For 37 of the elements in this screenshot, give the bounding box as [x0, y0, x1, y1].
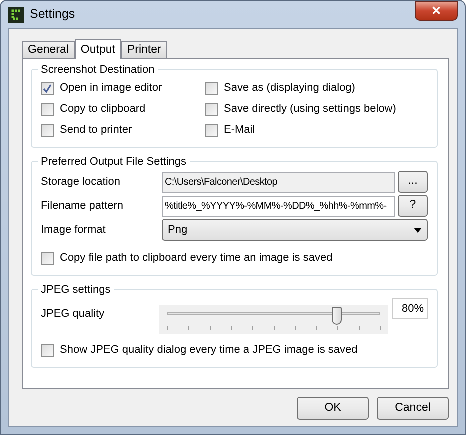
checkbox-label: Show JPEG quality dialog every time a JPEG image is saved	[60, 343, 358, 358]
checkbox-label: E-Mail	[224, 123, 256, 138]
checkbox[interactable]	[41, 252, 54, 265]
caret-icon	[414, 228, 422, 232]
checkbox[interactable]	[205, 124, 218, 137]
checkbox[interactable]	[41, 82, 54, 95]
field-button[interactable]: ?	[398, 195, 428, 217]
tab[interactable]: Printer	[121, 41, 168, 58]
field-label: JPEG quality	[41, 307, 106, 322]
checkbox-label: Copy file path to clipboard every time an image is saved	[60, 251, 333, 266]
app-icon	[8, 6, 24, 22]
close-button[interactable]: ✕	[415, 0, 458, 20]
checkbox[interactable]	[41, 344, 54, 357]
dropdown[interactable]: Png	[162, 219, 428, 241]
field-label: Storage location	[41, 174, 122, 190]
group-title: Preferred Output File Settings	[38, 154, 190, 170]
dropdown-value: Png	[168, 222, 188, 238]
field-label: Image format	[41, 222, 107, 238]
checkbox-label: Send to printer	[60, 123, 132, 138]
checkbox-label: Copy to clipboard	[60, 102, 146, 118]
checkbox[interactable]	[41, 124, 54, 137]
tab[interactable]: General	[22, 41, 75, 58]
checkbox[interactable]	[41, 103, 54, 116]
checkbox-label: Open in image editor	[60, 81, 162, 96]
checkbox[interactable]	[205, 82, 218, 95]
slider-value: 80%	[392, 298, 428, 319]
checkbox-label: Save as (displaying dialog)	[224, 81, 356, 96]
checkbox-label: Save directly (using settings below)	[224, 102, 396, 118]
slider-thumb[interactable]	[332, 307, 342, 325]
tab[interactable]: Output	[74, 39, 122, 59]
cancel-button[interactable]: Cancel	[377, 397, 449, 420]
field-label: Filename pattern	[41, 198, 125, 214]
group-title: JPEG settings	[38, 282, 114, 298]
text-field[interactable]: %title%_%YYYY%-%MM%-%DD%_%hh%-%mm%-	[162, 196, 395, 216]
checkbox[interactable]	[205, 103, 218, 116]
ok-button[interactable]: OK	[297, 397, 369, 420]
window-title: Settings	[30, 6, 76, 24]
